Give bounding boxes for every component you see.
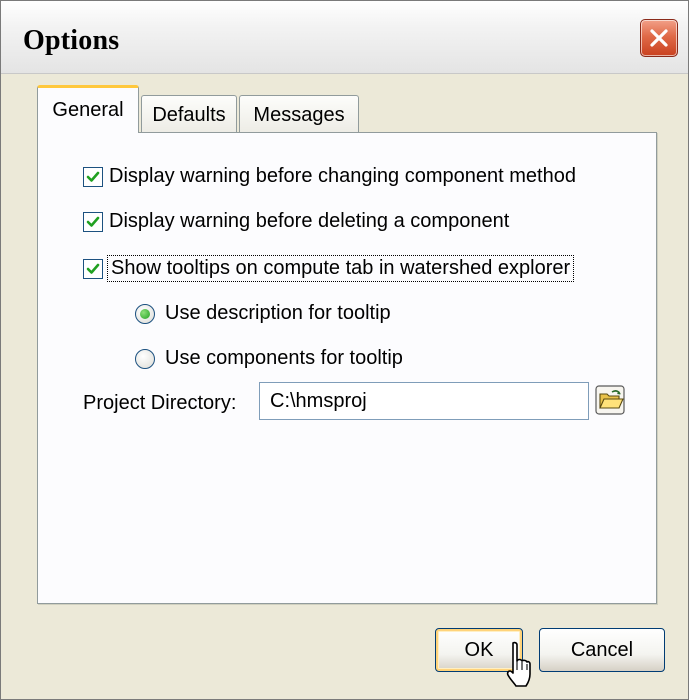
open-folder-icon: [595, 385, 625, 415]
cancel-button[interactable]: Cancel: [539, 628, 665, 672]
checkmark-icon: [86, 171, 100, 182]
warn-change-method-option[interactable]: Display warning before changing componen…: [83, 165, 576, 188]
tab-defaults[interactable]: Defaults: [141, 95, 237, 135]
tab-general[interactable]: General: [37, 85, 139, 133]
warn-delete-component-option[interactable]: Display warning before deleting a compon…: [83, 210, 509, 233]
warn-delete-component-checkbox[interactable]: [83, 211, 103, 232]
options-dialog: Options General Defaults Messages Displa…: [0, 0, 689, 700]
browse-folder-button[interactable]: [595, 385, 625, 415]
tab-general-label: General: [52, 99, 124, 121]
tab-messages-label: Messages: [253, 104, 345, 126]
radio-selected-dot: [140, 308, 150, 319]
mouse-cursor-icon: [506, 641, 531, 687]
show-tooltips-label: Show tooltips on compute tab in watershe…: [106, 255, 575, 282]
tooltip-description-option[interactable]: Use description for tooltip: [135, 302, 391, 325]
warn-delete-component-label: Display warning before deleting a compon…: [109, 210, 510, 232]
dialog-title: Options: [23, 25, 120, 56]
tooltip-components-option[interactable]: Use components for tooltip: [135, 347, 403, 370]
checkmark-icon: [86, 216, 100, 227]
cancel-button-label: Cancel: [570, 638, 634, 661]
close-button[interactable]: [640, 19, 678, 57]
show-tooltips-option[interactable]: Show tooltips on compute tab in watershe…: [83, 255, 575, 282]
checkmark-icon: [86, 263, 100, 274]
tab-messages[interactable]: Messages: [239, 95, 359, 135]
warn-change-method-label: Display warning before changing componen…: [109, 165, 576, 187]
show-tooltips-checkbox[interactable]: [83, 258, 103, 279]
tab-defaults-label: Defaults: [152, 104, 226, 126]
warn-change-method-checkbox[interactable]: [83, 166, 103, 187]
project-directory-label: Project Directory:: [83, 392, 237, 414]
tooltip-components-radio[interactable]: [135, 348, 155, 369]
close-icon: [648, 27, 670, 49]
ok-button-label: OK: [464, 638, 494, 661]
tooltip-description-radio[interactable]: [135, 303, 155, 324]
project-directory-input[interactable]: [259, 382, 589, 420]
tooltip-components-label: Use components for tooltip: [165, 347, 403, 369]
tooltip-description-label: Use description for tooltip: [165, 302, 391, 324]
title-bar[interactable]: Options: [1, 1, 688, 74]
